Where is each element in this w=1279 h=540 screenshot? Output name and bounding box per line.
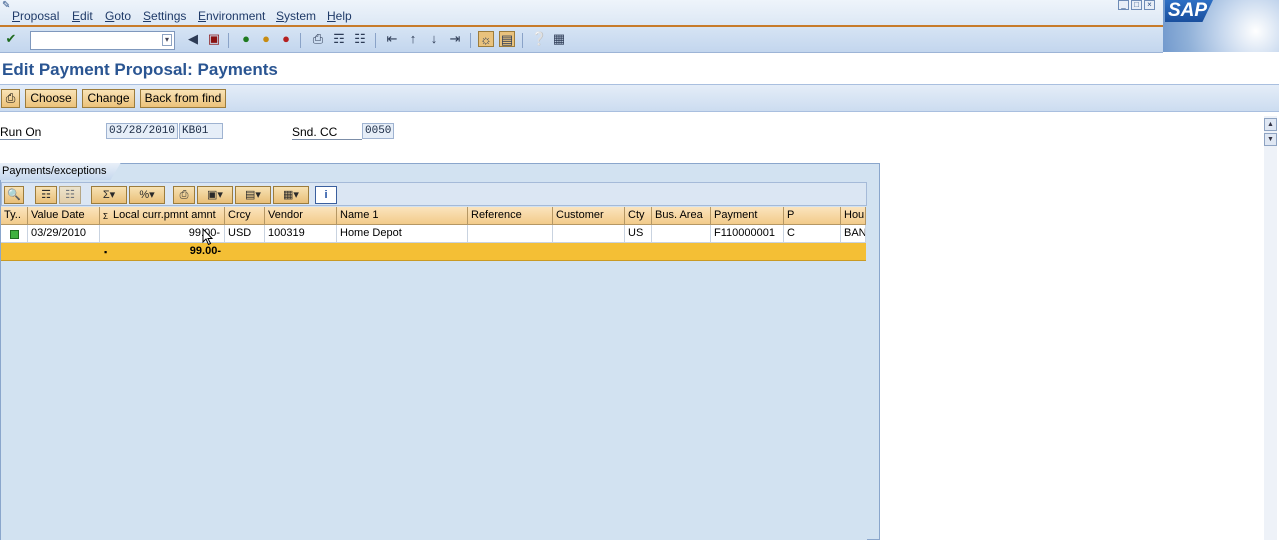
cancel-icon[interactable]: ●	[278, 31, 294, 47]
enter-icon[interactable]: ✔	[3, 31, 19, 47]
snd-cc-underline	[292, 139, 362, 140]
find-next-icon[interactable]: ☷	[59, 186, 81, 204]
save-icon[interactable]: ▣	[206, 31, 222, 47]
page-title: Edit Payment Proposal: Payments	[2, 60, 278, 79]
sap-logo: SAP	[1163, 0, 1279, 52]
info-icon[interactable]: i	[315, 186, 337, 204]
cell-value-date[interactable]: 03/29/2010	[28, 225, 100, 243]
back-arrow-icon[interactable]: ◀	[185, 31, 201, 47]
shortcut-icon[interactable]: ▤	[499, 31, 515, 47]
menu-proposal[interactable]: Proposal	[12, 9, 59, 23]
total-row[interactable]: ▪ 99.00-	[1, 243, 866, 261]
subtotal-icon[interactable]: %▾	[129, 186, 165, 204]
cell-crcy[interactable]: USD	[225, 225, 265, 243]
choose-button[interactable]: Choose	[25, 89, 77, 108]
help-icon[interactable]: ❔	[531, 31, 547, 47]
toolbar-separator	[522, 33, 523, 48]
col-header-value-date[interactable]: Value Date	[28, 207, 100, 225]
details-icon[interactable]: 🔍	[4, 186, 24, 204]
menu-environment[interactable]: Environment	[198, 9, 265, 23]
cell-hou[interactable]: BAN	[841, 225, 866, 243]
menu-edit[interactable]: Edit	[72, 9, 93, 23]
chevron-down-icon[interactable]: ▾	[162, 34, 172, 46]
layout-icon[interactable]: ▦▾	[273, 186, 309, 204]
cell-cty[interactable]: US	[625, 225, 652, 243]
application-toolbar: ⎙ Choose Change Back from find	[0, 84, 1279, 112]
cell-p[interactable]: C	[784, 225, 841, 243]
find-icon[interactable]: ☶	[35, 186, 57, 204]
col-header-vendor[interactable]: Vendor	[265, 207, 337, 225]
print-icon[interactable]: ⎙	[1, 89, 20, 108]
sum-marker-icon: Σ	[103, 212, 108, 221]
command-field[interactable]: ▾	[30, 31, 175, 50]
cell-payment[interactable]: F110000001	[711, 225, 784, 243]
toolbar-separator	[375, 33, 376, 48]
col-header-cty[interactable]: Cty	[625, 207, 652, 225]
create-session-icon[interactable]: ☼	[478, 31, 494, 47]
scroll-up-icon[interactable]: ▲	[1264, 118, 1277, 131]
col-header-payment[interactable]: Payment	[711, 207, 784, 225]
col-header-amount[interactable]: Local curr.pmnt amnt	[100, 207, 225, 225]
next-page-icon[interactable]: ↓	[426, 31, 442, 47]
exit-icon[interactable]: ●	[258, 31, 274, 47]
cell-name1[interactable]: Home Depot	[337, 225, 468, 243]
menu-system[interactable]: System	[276, 9, 316, 23]
prev-page-icon[interactable]: ↑	[405, 31, 421, 47]
window-controls: _ □ ×	[1118, 0, 1155, 10]
change-button[interactable]: Change	[82, 89, 135, 108]
col-header-customer[interactable]: Customer	[553, 207, 625, 225]
minimize-icon[interactable]: _	[1118, 0, 1129, 10]
snd-cc-label: Snd. CC	[292, 125, 338, 139]
back-from-find-button[interactable]: Back from find	[140, 89, 226, 108]
col-header-hou[interactable]: Hou	[841, 207, 866, 225]
vertical-scrollbar[interactable]: ▲ ▼	[1264, 116, 1277, 540]
toolbar-separator	[470, 33, 471, 48]
restore-icon[interactable]: □	[1131, 0, 1142, 10]
run-on-id-field[interactable]: KB01	[179, 123, 223, 139]
find-icon[interactable]: ☶	[331, 31, 347, 47]
sum-icon[interactable]: Σ▾	[91, 186, 127, 204]
col-header-name1[interactable]: Name 1	[337, 207, 468, 225]
title-area: Edit Payment Proposal: Payments	[0, 53, 1279, 84]
table-row-type[interactable]	[1, 225, 28, 243]
sap-logo-badge: SAP	[1165, 0, 1213, 22]
menu-settings[interactable]: Settings	[143, 9, 186, 23]
print-icon[interactable]: ⎙	[310, 31, 326, 47]
find-next-icon[interactable]: ☷	[352, 31, 368, 47]
views-icon[interactable]: ▣▾	[197, 186, 233, 204]
mouse-cursor-icon	[202, 228, 214, 246]
tab-payments-exceptions[interactable]: Payments/exceptions	[0, 163, 121, 180]
layout-icon[interactable]: ▦	[551, 31, 567, 47]
system-menu-icon[interactable]: ✎	[2, 0, 10, 11]
run-on-underline	[0, 139, 40, 140]
col-header-crcy[interactable]: Crcy	[225, 207, 265, 225]
menu-goto[interactable]: Goto	[105, 9, 131, 23]
col-header-reference[interactable]: Reference	[468, 207, 553, 225]
print-icon[interactable]: ⎙	[173, 186, 195, 204]
cell-bus-area[interactable]	[652, 225, 711, 243]
payments-grid: Ty.. Value Date Local curr.pmnt amnt Σ C…	[1, 207, 867, 540]
menu-bar: ✎ Proposal Edit Goto Settings Environmen…	[0, 0, 1279, 27]
col-header-type[interactable]: Ty..	[1, 207, 28, 225]
first-page-icon[interactable]: ⇤	[384, 31, 400, 47]
back-green-icon[interactable]: ●	[238, 31, 254, 47]
grid-toolbar: 🔍 ☶ ☷ Σ▾ %▾ ⎙ ▣▾ ▤▾ ▦▾ i	[1, 182, 867, 206]
toolbar-separator	[300, 33, 301, 48]
col-header-bus-area[interactable]: Bus. Area	[652, 207, 711, 225]
cell-reference[interactable]	[468, 225, 553, 243]
cell-customer[interactable]	[553, 225, 625, 243]
scroll-down-icon[interactable]: ▼	[1264, 133, 1277, 146]
snd-cc-field[interactable]: 0050	[362, 123, 394, 139]
col-header-p[interactable]: P	[784, 207, 841, 225]
run-on-date-field[interactable]: 03/28/2010	[106, 123, 178, 139]
menu-help[interactable]: Help	[327, 9, 352, 23]
toolbar-separator	[228, 33, 229, 48]
status-green-icon	[10, 230, 19, 239]
run-on-label: Run On	[0, 125, 42, 139]
export-icon[interactable]: ▤▾	[235, 186, 271, 204]
close-icon[interactable]: ×	[1144, 0, 1155, 10]
cell-vendor[interactable]: 100319	[265, 225, 337, 243]
last-page-icon[interactable]: ⇥	[447, 31, 463, 47]
